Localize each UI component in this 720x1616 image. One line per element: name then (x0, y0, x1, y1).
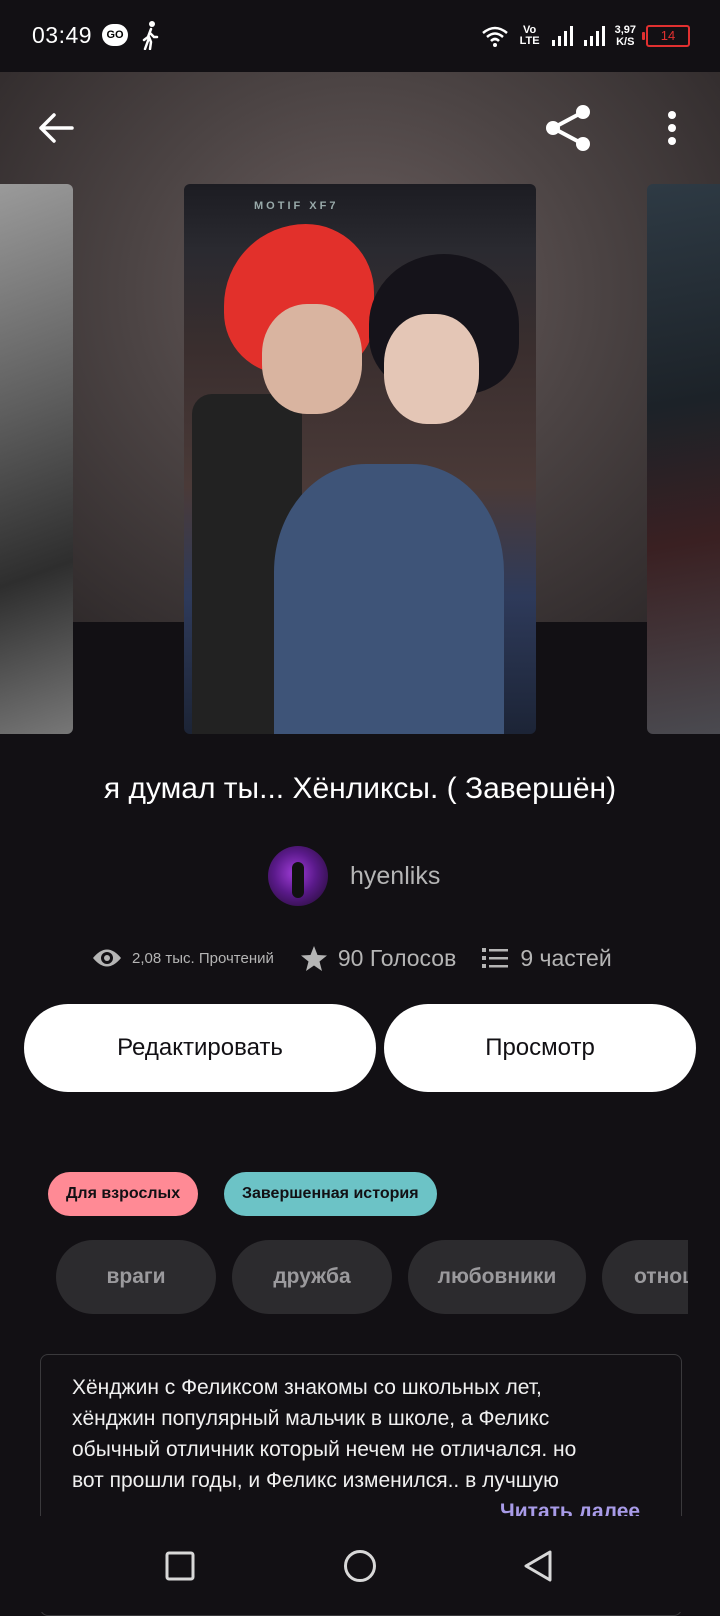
cover-banner-text: MOTIF XF7 (254, 200, 339, 212)
cover-next[interactable] (647, 184, 720, 734)
network-speed-unit: K/S (616, 36, 635, 48)
cover-shape (262, 304, 362, 414)
circle-icon (344, 1550, 376, 1582)
votes-stat: 90 Голосов (300, 945, 456, 972)
view-button[interactable]: Просмотр (384, 1004, 696, 1092)
status-icons: Vo LTE 3,97 K/S 14 (481, 22, 690, 50)
parts-stat: 9 частей (482, 944, 612, 972)
complete-badge: Завершенная история (224, 1172, 437, 1216)
description-line: обычный отличник который нечем не отлича… (72, 1438, 577, 1461)
more-options-button[interactable] (644, 100, 700, 156)
list-icon (482, 948, 509, 968)
cover-shape (384, 314, 479, 424)
battery-icon: 14 (642, 25, 690, 47)
tag-chip[interactable]: отношения (602, 1240, 688, 1314)
network-speed: 3,97 K/S (615, 24, 636, 48)
mature-badge: Для взрослых (48, 1172, 199, 1216)
share-icon (546, 105, 590, 151)
tag-chip[interactable]: дружба (232, 1240, 392, 1314)
share-button[interactable] (540, 100, 596, 156)
story-title: я думал ты... Хёнликсы. ( Завершён) (103, 772, 617, 805)
triangle-back-icon (524, 1550, 552, 1582)
reads-stat: 2,08 тыс. Прочтений (92, 947, 274, 969)
system-nav-bar (0, 1516, 720, 1612)
reads-count: 2,08 тыс. Прочтений (132, 949, 274, 967)
avatar (268, 846, 328, 906)
back-button[interactable] (28, 100, 84, 156)
author-name: hyenliks (350, 861, 441, 890)
votes-count: 90 Голосов (337, 944, 457, 971)
wifi-icon (481, 26, 508, 47)
edit-button[interactable]: Редактировать (24, 1004, 376, 1092)
app-go-badge-icon: GO (102, 24, 128, 46)
cover-image: MOTIF XF7 (184, 184, 536, 734)
square-icon (165, 1551, 195, 1581)
description-line: Хёнджин с Феликсом знакомы со школьных л… (72, 1376, 542, 1399)
home-button[interactable] (332, 1538, 388, 1594)
story-stats: 2,08 тыс. Прочтений 90 Голосов 9 частей (92, 940, 612, 976)
volte-label: Vo LTE (519, 24, 540, 47)
description-line: вот прошли годы, и Феликс изменился.. в … (72, 1469, 559, 1492)
back-nav-button[interactable] (510, 1538, 566, 1594)
arrow-left-icon (39, 113, 74, 143)
tag-chip[interactable]: враги (56, 1240, 216, 1314)
author-link[interactable]: hyenliks (268, 846, 440, 906)
tags-list: враги дружба любовники отношения (40, 1240, 688, 1316)
more-vertical-icon (668, 111, 676, 145)
description-text: Хёнджин с Феликсом знакомы со школьных л… (72, 1372, 662, 1496)
tag-chip[interactable]: любовники (408, 1240, 586, 1314)
eye-icon (93, 949, 121, 967)
signal-icon-2 (583, 26, 605, 46)
description-line: хёнджин популярный мальчик в школе, а Фе… (72, 1407, 550, 1430)
star-icon (300, 945, 327, 971)
recents-button[interactable] (152, 1538, 208, 1594)
status-time: 03:49 (32, 22, 93, 48)
cover-previous[interactable] (0, 184, 73, 734)
status-bar: 03:49 GO Vo LTE 3,97 K/S 14 (0, 0, 720, 72)
walking-icon (142, 21, 159, 50)
network-speed-value: 3,97 (614, 24, 636, 36)
signal-icon (551, 26, 573, 46)
parts-count: 9 частей (520, 944, 612, 971)
cover-shape (274, 464, 504, 734)
